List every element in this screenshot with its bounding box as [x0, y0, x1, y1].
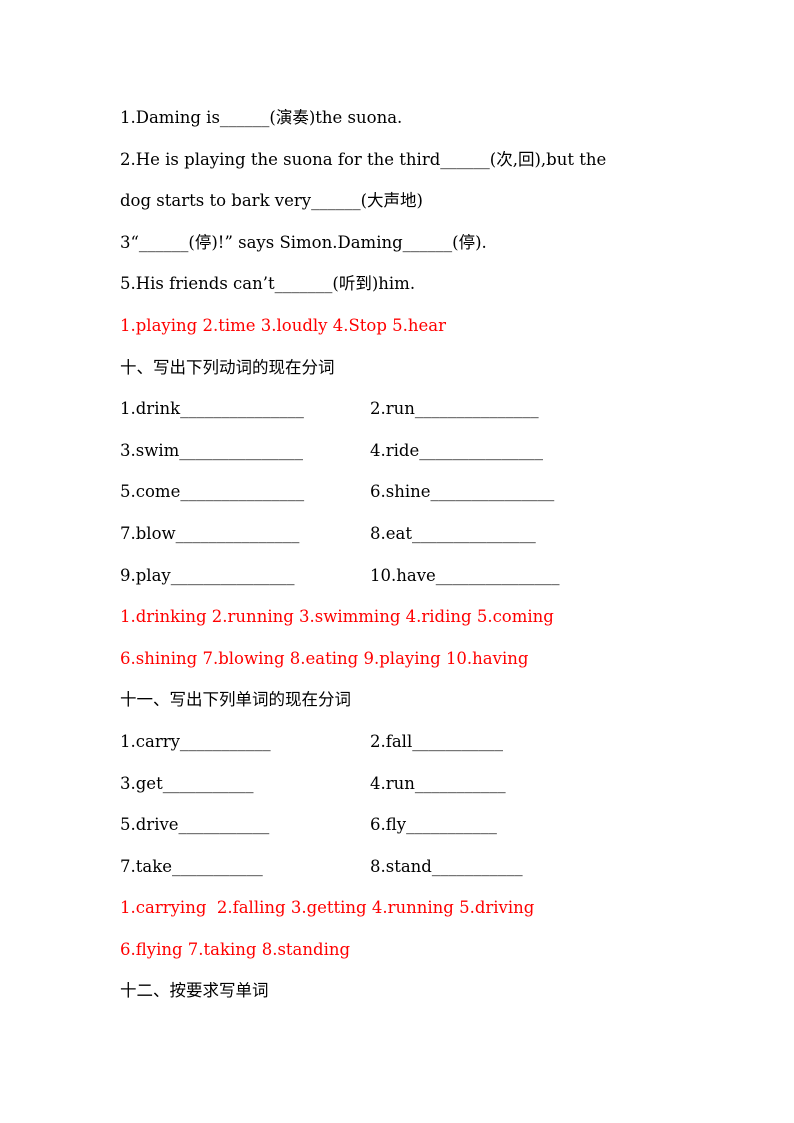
exercise-item: 3.swim_______________ [120, 440, 304, 460]
question-line: 3“______(停)!” says Simon.Daming______(停)… [120, 232, 487, 252]
exercise-item: 6.fly___________ [370, 815, 497, 835]
answer-line: 1.drinking 2.running 3.swimming 4.riding… [120, 607, 554, 627]
document-page: 1.Daming is______(演奏)the suona. 2.He is … [120, 97, 700, 1012]
section-heading: 十一、写出下列单词的现在分词 [120, 690, 351, 710]
exercise-item: 5.drive___________ [120, 815, 270, 835]
exercise-row: 3.get___________ 4.run___________ [120, 763, 700, 805]
answer-line: 6.shining 7.blowing 8.eating 9.playing 1… [120, 648, 529, 668]
question-line: 1.Daming is______(演奏)the suona. [120, 108, 403, 127]
exercise-row: 7.blow_______________ 8.eat_____________… [120, 513, 700, 555]
exercise-item: 8.eat_______________ [370, 523, 536, 543]
exercise-item: 1.carry___________ [120, 731, 271, 751]
exercise-row: 1.drink_______________ 2.run____________… [120, 388, 700, 430]
exercise-row: 5.drive___________ 6.fly___________ [120, 804, 700, 846]
exercise-row: 7.take___________ 8.stand___________ [120, 846, 700, 888]
question-line: 5.His friends can’t_______(听到)him. [120, 274, 416, 294]
question-line: 2.He is playing the suona for the third_… [120, 149, 607, 169]
answer-line: 1.playing 2.time 3.loudly 4.Stop 5.hear [120, 315, 447, 335]
exercise-item: 4.ride_______________ [370, 440, 543, 460]
exercise-item: 10.have_______________ [370, 565, 560, 585]
answer-line: 1.carrying 2.falling 3.getting 4.running… [120, 898, 535, 918]
exercise-item: 7.take___________ [120, 856, 263, 876]
exercise-item: 9.play_______________ [120, 565, 295, 585]
exercise-row: 5.come_______________ 6.shine___________… [120, 471, 700, 513]
exercise-item: 1.drink_______________ [120, 399, 304, 419]
section-heading: 十、写出下列动词的现在分词 [120, 357, 335, 377]
exercise-row: 3.swim_______________ 4.ride____________… [120, 430, 700, 472]
exercise-item: 4.run___________ [370, 773, 506, 793]
exercise-item: 2.run_______________ [370, 399, 539, 419]
exercise-row: 1.carry___________ 2.fall___________ [120, 721, 700, 763]
exercise-item: 7.blow_______________ [120, 523, 300, 543]
exercise-item: 3.get___________ [120, 773, 254, 793]
exercise-item: 6.shine_______________ [370, 482, 555, 502]
exercise-item: 5.come_______________ [120, 482, 305, 502]
exercise-row: 9.play_______________ 10.have___________… [120, 555, 700, 597]
answer-line: 6.flying 7.taking 8.standing [120, 939, 351, 959]
section-heading: 十二、按要求写单词 [120, 981, 269, 1001]
question-line: dog starts to bark very______(大声地) [120, 191, 423, 211]
exercise-item: 2.fall___________ [370, 731, 503, 751]
exercise-item: 8.stand___________ [370, 856, 523, 876]
